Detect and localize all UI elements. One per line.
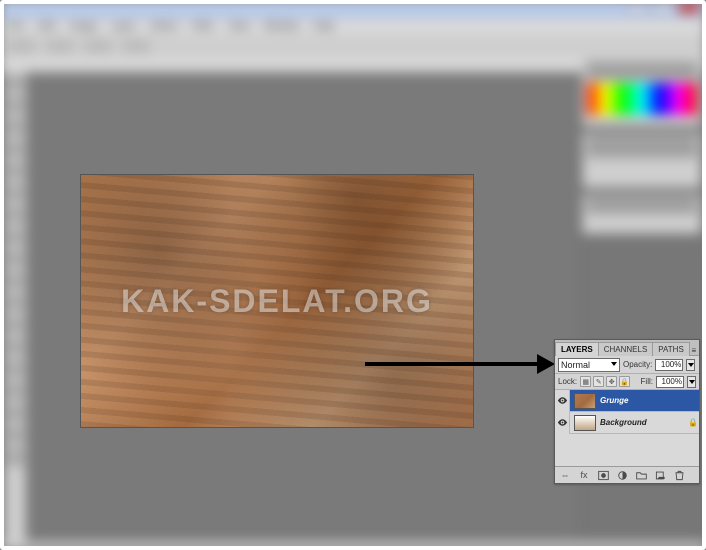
option-chip[interactable] [46, 39, 74, 53]
layers-panel: LAYERS CHANNELS PATHS ≡ Normal Opacity: … [554, 339, 700, 484]
close-button[interactable] [678, 2, 700, 14]
option-chip[interactable] [122, 39, 150, 53]
chevron-down-icon [611, 362, 617, 366]
layer-style-icon[interactable]: fx [578, 469, 590, 481]
menu-item[interactable]: Filter [192, 21, 214, 32]
fill-input[interactable]: 100% [656, 376, 684, 388]
tool-icon[interactable] [6, 360, 24, 378]
layer-row-background[interactable]: Background 🔒 [555, 412, 699, 434]
status-bar [0, 542, 706, 550]
layer-list: Grunge Background 🔒 [555, 390, 699, 466]
maximize-button[interactable] [652, 2, 674, 14]
blend-mode-value: Normal [561, 360, 590, 370]
tool-icon[interactable] [6, 426, 24, 444]
lock-position-icon[interactable]: ✥ [606, 376, 617, 387]
lock-transparent-icon[interactable]: ▦ [580, 376, 591, 387]
panel-menu-icon[interactable]: ≡ [689, 346, 699, 355]
tool-icon[interactable] [6, 162, 24, 180]
menu-item[interactable]: Window [264, 21, 300, 32]
fill-label: Fill: [641, 377, 653, 386]
color-panel[interactable] [582, 60, 702, 126]
right-panel-stack [582, 60, 702, 240]
window-controls [626, 2, 700, 14]
menu-item[interactable]: View [228, 21, 250, 32]
blend-opacity-row: Normal Opacity: 100% [555, 356, 699, 374]
option-chip[interactable] [8, 39, 36, 53]
adjustments-panel[interactable] [582, 194, 702, 234]
menu-item[interactable]: Image [69, 21, 97, 32]
tool-icon[interactable] [6, 184, 24, 202]
layer-name[interactable]: Grunge [600, 396, 699, 405]
tool-icon[interactable] [6, 118, 24, 136]
tab-layers[interactable]: LAYERS [555, 342, 599, 356]
tool-icon[interactable] [6, 74, 24, 92]
visibility-toggle[interactable] [555, 412, 570, 434]
tool-icon[interactable] [6, 140, 24, 158]
tool-icon[interactable] [6, 448, 24, 466]
lock-pixels-icon[interactable]: ✎ [593, 376, 604, 387]
group-icon[interactable] [635, 469, 647, 481]
tool-icon[interactable] [6, 338, 24, 356]
blend-mode-select[interactable]: Normal [558, 358, 620, 372]
tool-icon[interactable] [6, 228, 24, 246]
eye-icon [557, 417, 568, 428]
menu-item[interactable]: File [8, 21, 24, 32]
tab-channels[interactable]: CHANNELS [598, 342, 654, 356]
tab-paths[interactable]: PATHS [652, 342, 689, 356]
adjustment-layer-icon[interactable] [616, 469, 628, 481]
minimize-button[interactable] [626, 2, 648, 14]
lock-icon: 🔒 [687, 418, 699, 427]
tool-icon[interactable] [6, 404, 24, 422]
layer-thumbnail[interactable] [574, 393, 596, 409]
toolbox [4, 72, 26, 542]
new-layer-icon[interactable] [654, 469, 666, 481]
lock-fill-row: Lock: ▦ ✎ ✥ 🔒 Fill: 100% [555, 374, 699, 390]
window-titlebar [0, 0, 706, 18]
opacity-input[interactable]: 100% [655, 359, 683, 371]
tool-icon[interactable] [6, 250, 24, 268]
eye-icon [557, 395, 568, 406]
lock-all-icon[interactable]: 🔒 [619, 376, 630, 387]
color-spectrum[interactable] [587, 83, 697, 115]
menu-item[interactable]: Layer [111, 21, 136, 32]
opacity-label: Opacity: [623, 360, 652, 369]
tool-icon[interactable] [6, 96, 24, 114]
tool-icon[interactable] [6, 206, 24, 224]
layers-panel-footer: ⇔ fx [555, 466, 699, 483]
menu-item[interactable]: Edit [38, 21, 55, 32]
tool-icon[interactable] [6, 294, 24, 312]
tool-icon[interactable] [6, 316, 24, 334]
lock-buttons: ▦ ✎ ✥ 🔒 [580, 376, 630, 387]
delete-layer-icon[interactable] [673, 469, 685, 481]
menu-bar: File Edit Image Layer Select Filter View… [0, 18, 706, 34]
opacity-stepper[interactable] [686, 359, 695, 371]
link-layers-icon[interactable]: ⇔ [559, 469, 571, 481]
tool-icon[interactable] [6, 272, 24, 290]
layer-thumbnail[interactable] [574, 415, 596, 431]
document-canvas[interactable] [81, 175, 473, 427]
lock-label: Lock: [558, 377, 577, 386]
menu-item[interactable]: Select [150, 21, 178, 32]
layer-name[interactable]: Background [600, 418, 687, 427]
menu-item[interactable]: Help [313, 21, 334, 32]
options-bar [0, 34, 706, 58]
layer-list-empty [555, 434, 699, 466]
swatches-panel[interactable] [582, 132, 702, 188]
layer-row-grunge[interactable]: Grunge [555, 390, 699, 412]
layers-panel-tabs: LAYERS CHANNELS PATHS ≡ [555, 340, 699, 356]
visibility-toggle[interactable] [555, 390, 570, 412]
layer-mask-icon[interactable] [597, 469, 609, 481]
fill-stepper[interactable] [687, 376, 696, 388]
option-chip[interactable] [84, 39, 112, 53]
tool-icon[interactable] [6, 382, 24, 400]
